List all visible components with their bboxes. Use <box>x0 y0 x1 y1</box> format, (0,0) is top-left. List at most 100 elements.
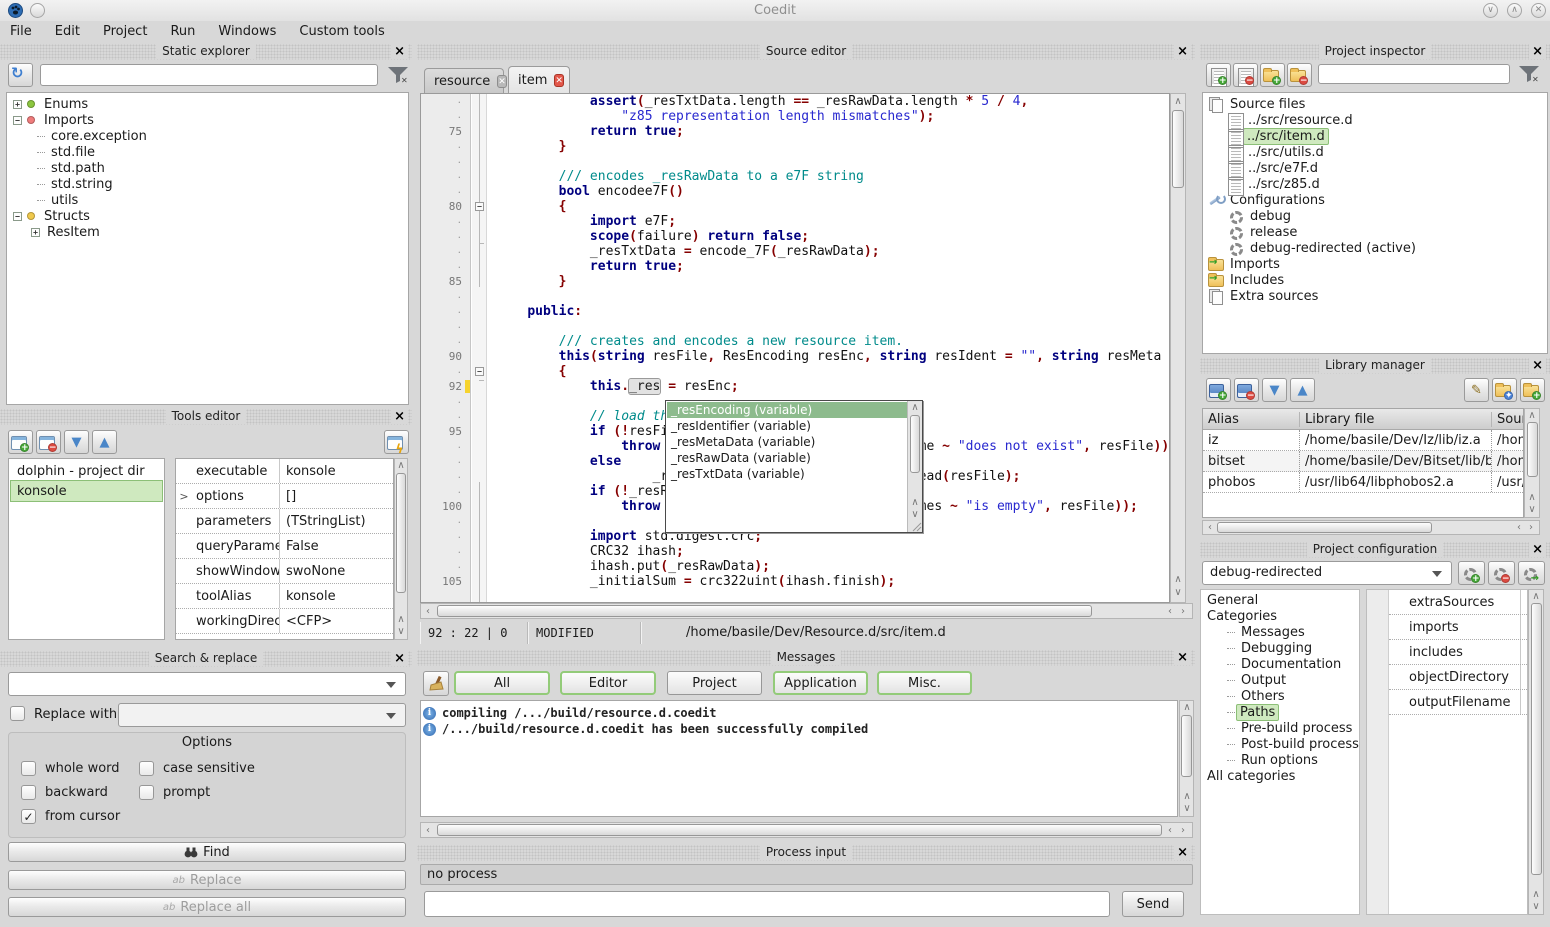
replace-button[interactable]: abReplace <box>8 870 406 890</box>
tools-grid-scrollbar[interactable]: ∧∧∨ <box>394 458 408 640</box>
code-line[interactable]: /// creates and encodes a new resource i… <box>487 334 1169 349</box>
move-library-down-button[interactable]: ▼ <box>1262 378 1287 402</box>
tree-item[interactable]: Configurations <box>1203 192 1547 208</box>
property-row[interactable]: objectDirectory <box>1389 665 1527 690</box>
completion-item[interactable]: _resTxtData (variable) <box>667 466 907 482</box>
property-value[interactable]: (TStringList) <box>1521 645 1527 660</box>
add-library-button[interactable]: + <box>1206 378 1231 402</box>
code-line[interactable]: /// encodes _resRawData to a e7F string <box>487 169 1169 184</box>
tree-item[interactable]: std.file <box>7 144 408 160</box>
completion-item[interactable]: _resRawData (variable) <box>667 450 907 466</box>
tree-item[interactable]: Debugging <box>1201 640 1359 656</box>
message-item[interactable]: i/.../build/resource.d.coedit has been s… <box>423 721 1175 737</box>
property-row[interactable]: imports(TStringList) <box>1389 615 1527 640</box>
messages-vscrollbar[interactable]: ∧∧∨ <box>1179 700 1194 817</box>
code-line[interactable]: _initialSum = crc322uint(ihash.finish); <box>487 574 1169 589</box>
messages-list[interactable]: icompiling /.../build/resource.d.coediti… <box>420 700 1178 817</box>
code-line[interactable]: { <box>487 199 1169 214</box>
editor-fold-margin[interactable]: −− <box>472 94 487 603</box>
tree-item[interactable]: Others <box>1201 688 1359 704</box>
remove-source-button[interactable]: − <box>1233 63 1258 87</box>
close-panel-icon[interactable]: × <box>391 44 408 59</box>
code-line[interactable] <box>487 319 1169 334</box>
code-line[interactable] <box>487 289 1169 304</box>
code-line[interactable]: return true; <box>487 259 1169 274</box>
property-row[interactable]: workingDirectory<CFP> <box>176 609 393 634</box>
messages-hscrollbar[interactable]: ‹‹› <box>420 822 1193 838</box>
property-row[interactable]: showWindowswoNone <box>176 559 393 584</box>
list-item[interactable]: konsole <box>11 481 162 501</box>
filter-icon[interactable]: ✕ <box>387 66 409 84</box>
close-panel-icon[interactable]: × <box>1174 845 1191 860</box>
run-tool-button[interactable]: ϟ <box>384 430 409 454</box>
filter-icon[interactable]: ✕ <box>1518 65 1540 83</box>
tree-item[interactable]: std.path <box>7 160 408 176</box>
close-panel-icon[interactable]: × <box>1529 542 1546 557</box>
message-item[interactable]: icompiling /.../build/resource.d.coedit <box>423 705 1175 721</box>
code-line[interactable]: bool encodee7F() <box>487 184 1169 199</box>
property-value[interactable]: (TStringList) <box>1521 620 1527 635</box>
remove-folder-button[interactable]: − <box>1287 63 1312 87</box>
tree-item[interactable]: Run options <box>1201 752 1359 768</box>
remove-library-button[interactable]: − <box>1234 378 1259 402</box>
completion-item[interactable]: _resMetaData (variable) <box>667 434 907 450</box>
library-table-header[interactable]: AliasLibrary fileSource file <box>1203 409 1523 430</box>
close-tab-icon[interactable]: ✕ <box>497 75 507 88</box>
tree-item[interactable]: Messages <box>1201 624 1359 640</box>
maximize-button[interactable]: ∧ <box>1507 3 1522 18</box>
configuration-selector[interactable]: debug-redirected <box>1202 561 1452 585</box>
clear-messages-button[interactable] <box>423 671 449 696</box>
tree-item[interactable]: release <box>1203 224 1547 240</box>
tree-item[interactable]: ../src/resource.d <box>1203 112 1547 128</box>
move-library-up-button[interactable]: ▲ <box>1290 378 1315 402</box>
filter-editor-button[interactable]: Editor <box>560 671 656 695</box>
property-row[interactable]: extraSources(TStringList) <box>1389 590 1527 615</box>
tab-item[interactable]: item✕ <box>508 66 570 93</box>
property-row[interactable]: toolAliaskonsole <box>176 584 393 609</box>
close-panel-icon[interactable]: × <box>1174 650 1191 665</box>
menu-windows[interactable]: Windows <box>214 24 280 39</box>
tree-item[interactable]: +Enums <box>7 96 408 112</box>
filter-project-button[interactable]: Project <box>667 671 762 695</box>
tree-item[interactable]: +ResItem <box>7 224 408 240</box>
property-value[interactable]: [] <box>280 489 296 504</box>
property-value[interactable]: swoNone <box>280 564 345 579</box>
code-line[interactable]: } <box>487 274 1169 289</box>
property-row[interactable]: executablekonsole <box>176 459 393 484</box>
tree-item[interactable]: ../src/utils.d <box>1203 144 1547 160</box>
tab-resource[interactable]: resource✕ <box>424 68 504 93</box>
code-line[interactable]: { <box>487 364 1169 379</box>
minimize-button[interactable]: ∨ <box>1483 3 1498 18</box>
tree-item[interactable]: Includes <box>1203 272 1547 288</box>
property-value[interactable]: (TStringList) <box>1521 595 1527 610</box>
tree-item[interactable]: Documentation <box>1201 656 1359 672</box>
code-line[interactable]: scope(failure) return false; <box>487 229 1169 244</box>
tree-item[interactable]: utils <box>7 192 408 208</box>
add-configuration-button[interactable]: + <box>1458 561 1485 585</box>
refresh-button[interactable] <box>8 63 33 87</box>
replace-checkbox[interactable] <box>10 706 25 725</box>
minus-expander-icon[interactable]: − <box>13 116 22 125</box>
add-source-button[interactable]: + <box>1206 63 1231 87</box>
tree-item[interactable]: Paths <box>1201 704 1359 720</box>
resize-grip-icon[interactable] <box>912 522 922 532</box>
remove-configuration-button[interactable]: − <box>1488 561 1515 585</box>
tree-item[interactable]: General <box>1201 592 1359 608</box>
list-item[interactable]: dolphin - project dir <box>11 461 162 481</box>
property-value[interactable]: (TStringList) <box>280 514 366 529</box>
close-panel-icon[interactable]: × <box>391 651 408 666</box>
close-button[interactable]: ✕ <box>1531 3 1546 18</box>
table-row[interactable]: iz/home/basile/Dev/Iz/lib/iz.a/home/basi… <box>1203 430 1523 451</box>
completion-item[interactable]: _resIdentifier (variable) <box>667 418 907 434</box>
completion-popup[interactable]: _resEncoding (variable)_resIdentifier (v… <box>665 400 923 533</box>
code-line[interactable]: assert(_resTxtData.length == _resRawData… <box>487 94 1169 109</box>
search-term-combo[interactable] <box>8 672 406 696</box>
tree-item[interactable]: ../src/item.d <box>1203 128 1547 144</box>
move-tool-down-button[interactable]: ▼ <box>64 430 89 454</box>
property-value[interactable]: False <box>280 539 319 554</box>
table-row[interactable]: bitset/home/basile/Dev/Bitset/lib/bitset… <box>1203 451 1523 472</box>
plus-expander-icon[interactable]: + <box>31 228 40 237</box>
replace-all-button[interactable]: abReplace all <box>8 897 406 917</box>
tree-item[interactable]: Source files <box>1203 96 1547 112</box>
configuration-grid-scrollbar[interactable]: ∧∧∨ <box>1528 589 1544 915</box>
